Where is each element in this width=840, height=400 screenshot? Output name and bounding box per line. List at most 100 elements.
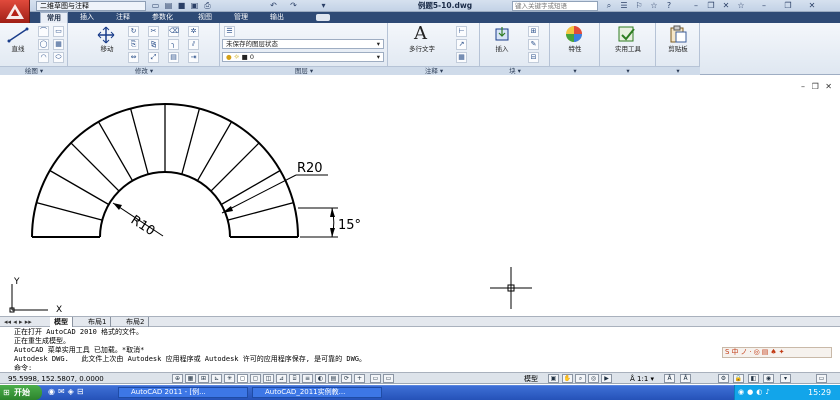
save-as-icon[interactable]: ▣ <box>189 1 200 11</box>
linear-dimension-icon[interactable]: ⊢ <box>456 26 467 37</box>
model-space-toggle[interactable]: 模型 <box>524 374 538 384</box>
layout-nav-arrows-icon[interactable]: ◂◂ ◂ ▸ ▸▸ <box>4 317 32 327</box>
star-icon[interactable]: ☆ <box>735 1 747 11</box>
current-layer-select[interactable]: ● ☼ ■ 0 ▾ <box>222 52 384 62</box>
properties-panel-label[interactable]: ▾ <box>550 66 600 75</box>
annotation-scale[interactable]: Å 1:1 ▾ <box>630 374 654 384</box>
erase-icon[interactable]: ⌫ <box>168 26 179 37</box>
rotate-icon[interactable]: ↻ <box>128 26 139 37</box>
trim-icon[interactable]: ✂ <box>148 26 159 37</box>
rectangle-icon[interactable]: ▭ <box>53 26 64 37</box>
save-icon[interactable]: ■ <box>176 1 187 11</box>
search-icon[interactable]: ⌕ <box>603 1 615 11</box>
taskbar-autocad-window[interactable]: AutoCAD 2011 - [例... <box>118 387 248 398</box>
explode-icon[interactable]: ✲ <box>188 26 199 37</box>
hatch-icon[interactable]: ▦ <box>53 39 64 50</box>
maximize-viewport-icon[interactable]: ▣ <box>548 374 559 383</box>
tab-layout1[interactable]: 布局1 <box>84 317 112 327</box>
workspace-select[interactable]: 二维草图与注释 <box>36 1 146 11</box>
insert-button[interactable] <box>494 26 510 44</box>
3d-object-snap-icon[interactable]: ▢ <box>250 374 261 383</box>
undo-icon[interactable]: ↶ <box>268 1 279 11</box>
tray-icons[interactable]: ◉●◐♪ <box>738 388 773 396</box>
annotation-monitor-icon[interactable]: + <box>354 374 365 383</box>
tab-output[interactable]: 输出 <box>264 12 290 23</box>
quick-properties-icon[interactable]: ▤ <box>328 374 339 383</box>
multiline-text-icon[interactable]: A <box>414 24 427 44</box>
tab-insert[interactable]: 插入 <box>74 12 100 23</box>
block-panel-label[interactable]: 块 ▾ <box>480 66 550 75</box>
snap-mode-icon[interactable]: ▦ <box>185 374 196 383</box>
modify-panel-label[interactable]: 修改 ▾ <box>68 66 220 75</box>
app-restore-icon[interactable]: ❐ <box>782 1 794 11</box>
search-input[interactable]: 键入关键字或短语 <box>512 1 598 11</box>
new-file-icon[interactable]: ▭ <box>150 1 161 11</box>
app-minimize-icon[interactable]: – <box>758 1 770 11</box>
ortho-mode-icon[interactable]: ⊾ <box>211 374 222 383</box>
lock-icon[interactable]: 🔒 <box>733 374 744 383</box>
application-menu-button[interactable] <box>0 0 30 24</box>
layer-state-select[interactable]: 未保存的图层状态 ▾ <box>222 39 384 49</box>
workspace-switching-icon[interactable]: ⚙ <box>718 374 729 383</box>
zoom-icon[interactable]: ⌕ <box>575 374 586 383</box>
status-menu-icon[interactable]: ▾ <box>780 374 791 383</box>
stretch-icon[interactable]: ⇔ <box>128 52 139 63</box>
quick-access-dropdown-icon[interactable]: ▾ <box>318 1 329 11</box>
utilities-button[interactable] <box>616 25 638 45</box>
infer-constraints-icon[interactable]: ⊕ <box>172 374 183 383</box>
transparency-icon[interactable]: ◐ <box>315 374 326 383</box>
command-window[interactable]: 正在打开 AutoCAD 2010 格式的文件。 正在重生成模型。 AutoCA… <box>0 327 840 373</box>
isolate-objects-icon[interactable]: ◉ <box>763 374 774 383</box>
clipboard-button[interactable] <box>668 25 688 45</box>
edit-block-icon[interactable]: ✎ <box>528 39 539 50</box>
dynamic-input-icon[interactable]: ⌸ <box>289 374 300 383</box>
subscription-center-icon[interactable]: ☰ <box>618 1 630 11</box>
auto-scale-icon[interactable]: Å <box>680 374 691 383</box>
tab-annotate[interactable]: 注释 <box>110 12 136 23</box>
layer-properties-icon[interactable]: ☰ <box>224 26 235 37</box>
help-icon[interactable]: ? <box>663 1 675 11</box>
communication-center-icon[interactable]: ⚐ <box>633 1 645 11</box>
minimize-icon[interactable]: – <box>690 1 702 11</box>
tab-model[interactable]: 模型 <box>50 317 73 327</box>
layers-panel-label[interactable]: 图层 ▾ <box>220 66 388 75</box>
block-attribute-icon[interactable]: ⊟ <box>528 52 539 63</box>
polyline-icon[interactable]: ⌒ <box>38 26 49 37</box>
command-prompt[interactable]: 命令: <box>14 364 32 372</box>
plot-icon[interactable]: ⎙ <box>202 1 213 11</box>
pan-icon[interactable]: ✋ <box>562 374 573 383</box>
table-icon[interactable]: ▦ <box>456 52 467 63</box>
object-snap-tracking-icon[interactable]: ◫ <box>263 374 274 383</box>
ellipse-icon[interactable]: ⬭ <box>53 52 64 63</box>
tab-manage[interactable]: 管理 <box>228 12 254 23</box>
ime-toolbar[interactable]: S中ノ·◎▤♠✦ <box>722 347 832 358</box>
clean-screen-icon[interactable]: ▭ <box>816 374 827 383</box>
taskbar-document-window[interactable]: AutoCAD_2011实例教... <box>252 387 382 398</box>
polar-tracking-icon[interactable]: ✳ <box>224 374 235 383</box>
leader-icon[interactable]: ↗ <box>456 39 467 50</box>
selection-cycling-icon[interactable]: ⟳ <box>341 374 352 383</box>
extend-icon[interactable]: ⇥ <box>188 52 199 63</box>
quick-view-layouts-icon[interactable]: ▭ <box>370 374 381 383</box>
lineweight-icon[interactable]: ≡ <box>302 374 313 383</box>
steering-wheel-icon[interactable]: ◎ <box>588 374 599 383</box>
mirror-icon[interactable]: ⧎ <box>148 39 159 50</box>
ribbon-minimize-icon[interactable] <box>316 14 330 21</box>
fillet-icon[interactable]: ╮ <box>168 39 179 50</box>
array-icon[interactable]: ▤ <box>168 52 179 63</box>
favorites-icon[interactable]: ☆ <box>648 1 660 11</box>
close-icon[interactable]: ✕ <box>720 1 732 11</box>
showmotion-icon[interactable]: ▶ <box>601 374 612 383</box>
scale-icon[interactable]: ⤢ <box>148 52 159 63</box>
quick-launch-icons[interactable]: ◉✉◈⊟ <box>48 387 87 396</box>
annotation-panel-label[interactable]: 注释 ▾ <box>388 66 480 75</box>
tab-parametric[interactable]: 参数化 <box>146 12 179 23</box>
tab-view[interactable]: 视图 <box>192 12 218 23</box>
hardware-acceleration-icon[interactable]: ◧ <box>748 374 759 383</box>
draw-panel-label[interactable]: 绘图 ▾ <box>0 66 68 75</box>
object-snap-icon[interactable]: ◻ <box>237 374 248 383</box>
arc-icon[interactable]: ◠ <box>38 52 49 63</box>
redo-icon[interactable]: ↷ <box>288 1 299 11</box>
clipboard-panel-label[interactable]: ▾ <box>656 66 700 75</box>
tab-home[interactable]: 常用 <box>40 12 68 23</box>
